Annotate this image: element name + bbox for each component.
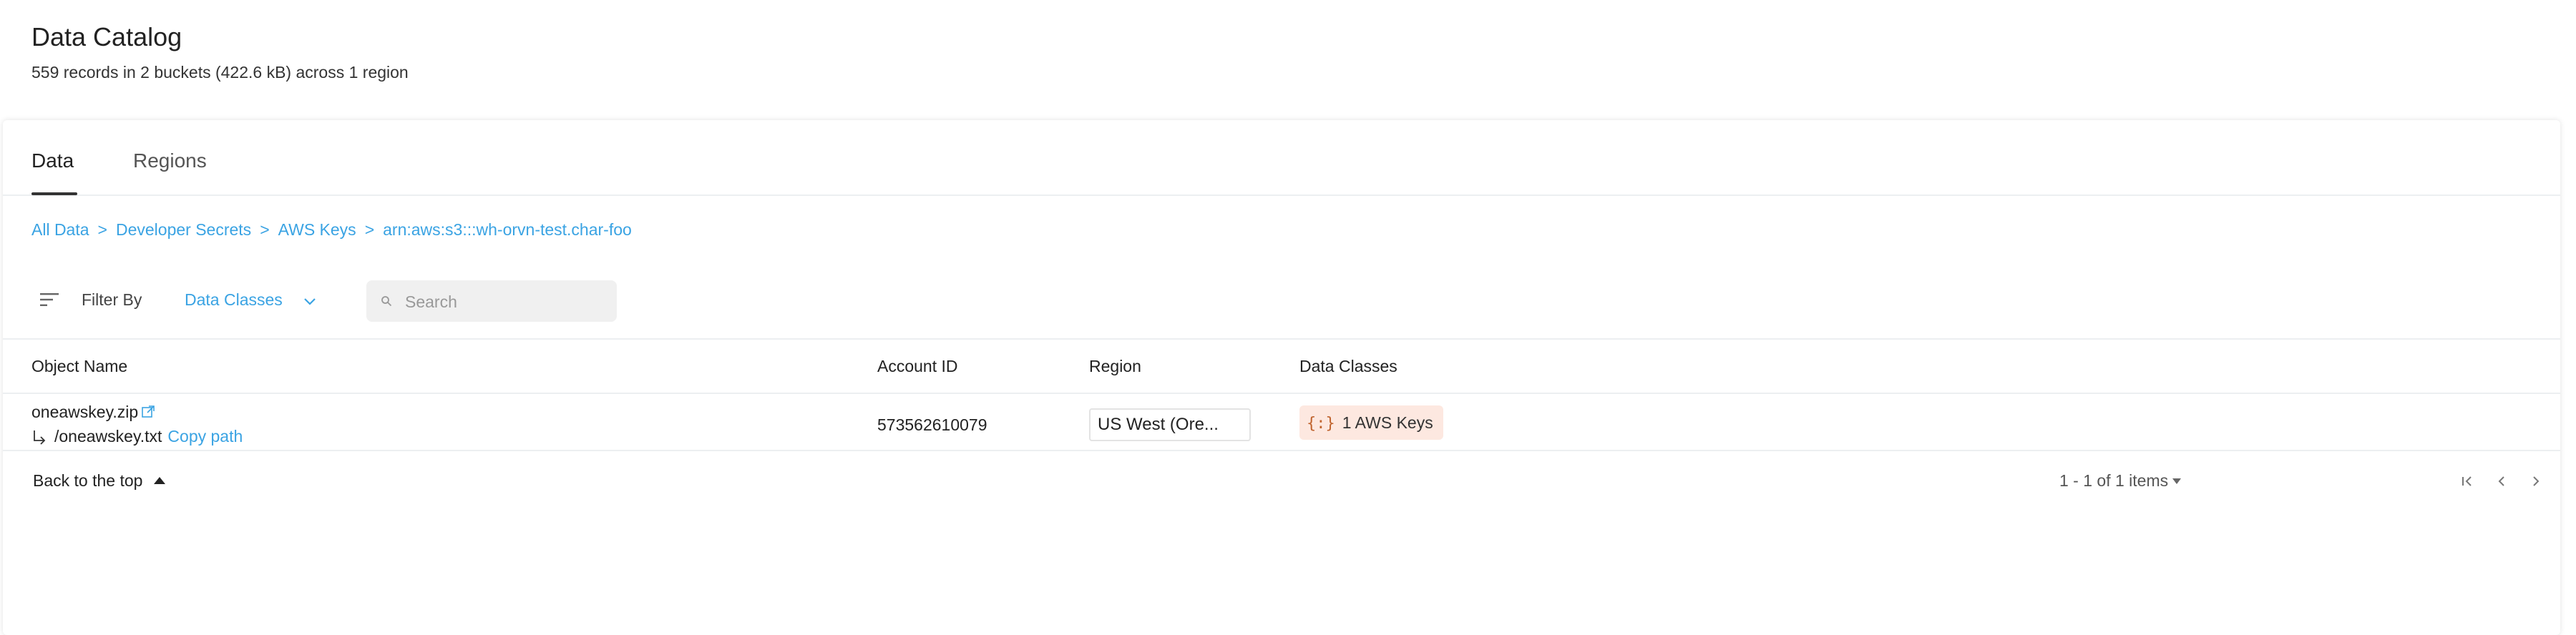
breadcrumb-aws-keys[interactable]: AWS Keys <box>278 220 356 239</box>
column-header-region[interactable]: Region <box>1089 355 1141 377</box>
pagination-info[interactable]: 1 - 1 of 1 items <box>2059 471 2182 491</box>
external-link-icon[interactable] <box>141 405 155 419</box>
filter-icon[interactable] <box>40 292 59 307</box>
breadcrumb: All Data > Developer Secrets > AWS Keys > arn:… <box>31 219 632 240</box>
caret-down-icon <box>2172 478 2182 484</box>
data-class-label: 1 AWS Keys <box>1342 413 1433 432</box>
search-icon <box>381 296 392 307</box>
breadcrumb-bucket-arn[interactable]: arn:aws:s3:::wh-orvn-test.char-foo <box>383 220 632 239</box>
filter-by-label: Filter By <box>82 290 142 309</box>
column-header-object-name[interactable]: Object Name <box>31 355 127 377</box>
region-select[interactable]: US West (Ore... <box>1089 408 1251 441</box>
object-name-cell: oneawskey.zip <box>31 401 155 423</box>
data-classes-dropdown[interactable]: Data Classes <box>185 290 317 310</box>
table-row: oneawskey.zip /oneawskey.txt Copy path 57… <box>3 394 2560 451</box>
breadcrumb-separator: > <box>364 220 375 239</box>
column-header-account-id[interactable]: Account ID <box>877 355 958 377</box>
table-footer: Back to the top 1 - 1 of 1 items <box>3 457 2560 507</box>
table-header: Object Name Account ID Region Data Class… <box>3 338 2560 394</box>
breadcrumb-developer-secrets[interactable]: Developer Secrets <box>116 220 251 239</box>
search-box <box>366 280 617 323</box>
catalog-card: Data Regions All Data > Developer Secrets >… <box>3 120 2560 635</box>
copy-path-link[interactable]: Copy path <box>167 427 243 446</box>
nested-arrow-icon <box>34 430 46 445</box>
previous-page-icon[interactable] <box>2492 471 2512 491</box>
object-sub-path-cell: /oneawskey.txt Copy path <box>31 425 243 447</box>
tab-regions[interactable]: Regions <box>133 149 207 173</box>
object-sub-path: /oneawskey.txt <box>54 427 162 446</box>
breadcrumb-separator: > <box>260 220 270 239</box>
object-name[interactable]: oneawskey.zip <box>31 403 138 421</box>
data-classes-dropdown-label: Data Classes <box>185 290 283 309</box>
account-id-cell: 573562610079 <box>877 415 987 434</box>
active-tab-indicator <box>31 192 77 195</box>
back-to-top-button[interactable]: Back to the top <box>33 471 166 491</box>
chevron-down-icon <box>304 298 316 305</box>
page-title: Data Catalog <box>31 22 182 51</box>
breadcrumb-all-data[interactable]: All Data <box>31 220 89 239</box>
page-header: Data Catalog 559 records in 2 buckets (4… <box>31 20 409 83</box>
first-page-icon[interactable] <box>2457 471 2477 491</box>
column-header-data-classes[interactable]: Data Classes <box>1299 355 1397 377</box>
caret-up-icon <box>154 477 166 484</box>
tab-bar: Data Regions <box>3 120 2560 196</box>
data-class-icon: {:} <box>1307 415 1335 433</box>
filter-bar: Filter By Data Classes <box>31 280 890 323</box>
page-subtitle: 559 records in 2 buckets (422.6 kB) acro… <box>31 63 409 82</box>
search-input[interactable] <box>404 280 607 323</box>
next-page-icon[interactable] <box>2526 471 2546 491</box>
pagination-label: 1 - 1 of 1 items <box>2059 471 2169 490</box>
breadcrumb-separator: > <box>97 220 107 239</box>
back-to-top-label: Back to the top <box>33 471 143 490</box>
data-class-badge[interactable]: {:} 1 AWS Keys <box>1299 405 1443 440</box>
tab-data[interactable]: Data <box>31 149 74 173</box>
